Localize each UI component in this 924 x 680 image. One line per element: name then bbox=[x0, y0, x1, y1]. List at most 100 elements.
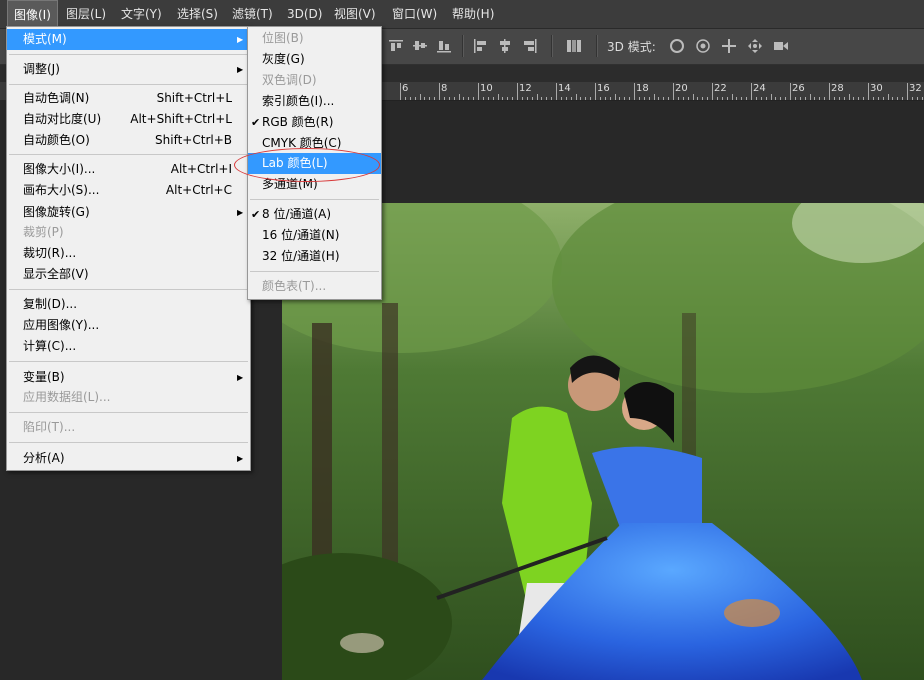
ruler-tick bbox=[419, 94, 421, 100]
menu-item-mode[interactable]: 模式(M) ▶ bbox=[7, 29, 250, 50]
ruler-tick bbox=[882, 97, 884, 100]
ruler-tick bbox=[751, 83, 752, 100]
ruler-tick bbox=[658, 97, 660, 100]
submenu-arrow-icon: ▶ bbox=[237, 373, 244, 382]
ruler-label: 24 bbox=[753, 83, 766, 94]
ruler-tick bbox=[556, 83, 557, 100]
rgb-label: RGB 颜色(R) bbox=[262, 115, 334, 129]
menu-item-16-bit[interactable]: 16 位/通道(N) bbox=[248, 225, 381, 246]
ruler-tick bbox=[902, 97, 904, 100]
ruler-tick bbox=[614, 94, 616, 100]
menu-filter[interactable]: 滤镜(T) bbox=[226, 0, 279, 28]
checkmark-icon: ✔ bbox=[251, 208, 261, 221]
3d-camera-icon[interactable] bbox=[773, 38, 789, 54]
menu-item-apply-image[interactable]: 应用图像(Y)... bbox=[7, 315, 250, 336]
menu-item-duotone: 双色调(D) bbox=[248, 70, 381, 91]
menu-bar: 图像(I) 图层(L) 文字(Y) 选择(S) 滤镜(T) 3D(D) 视图(V… bbox=[0, 0, 924, 29]
3d-slide-icon[interactable] bbox=[747, 38, 763, 54]
3d-mode-label: 3D 模式: bbox=[607, 40, 656, 54]
trim-label: 裁切(R)... bbox=[23, 246, 77, 260]
menu-view[interactable]: 视图(V) bbox=[328, 0, 382, 28]
ruler-tick bbox=[487, 97, 489, 100]
ruler-tick bbox=[770, 94, 772, 100]
align-left-icon[interactable] bbox=[472, 38, 488, 54]
align-hcenter-icon[interactable] bbox=[497, 38, 513, 54]
apply-image-label: 应用图像(Y)... bbox=[23, 318, 100, 332]
shortcut: Alt+Shift+Ctrl+L bbox=[130, 112, 232, 126]
image-size-label: 图像大小(I)... bbox=[23, 162, 96, 176]
menu-image[interactable]: 图像(I) bbox=[7, 0, 58, 28]
ruler-tick bbox=[785, 97, 787, 100]
menu-item-analysis[interactable]: 分析(A) ▶ bbox=[7, 448, 250, 469]
duotone-label: 双色调(D) bbox=[262, 73, 317, 87]
menu-item-variables[interactable]: 变量(B) ▶ bbox=[7, 367, 250, 388]
ruler-tick bbox=[668, 97, 670, 100]
menu-window[interactable]: 窗口(W) bbox=[386, 0, 443, 28]
reveal-all-label: 显示全部(V) bbox=[23, 267, 89, 281]
ruler-tick bbox=[565, 97, 567, 100]
ruler-tick bbox=[541, 97, 543, 100]
ruler-tick bbox=[682, 97, 684, 100]
menu-layer[interactable]: 图层(L) bbox=[60, 0, 112, 28]
ruler-tick bbox=[848, 94, 850, 100]
ruler-tick bbox=[804, 97, 806, 100]
menu-item-auto-color[interactable]: 自动颜色(O) Shift+Ctrl+B bbox=[7, 130, 250, 151]
ruler-tick bbox=[677, 97, 679, 100]
menu-item-calculations[interactable]: 计算(C)... bbox=[7, 336, 250, 357]
align-vcenter-icon[interactable] bbox=[412, 38, 428, 54]
ruler-label: 10 bbox=[480, 83, 493, 94]
ruler-tick bbox=[448, 97, 450, 100]
horizontal-ruler: 6 8 10 12 14 16 18 20 22 24 26 28 30 32 bbox=[380, 82, 924, 101]
ruler-tick bbox=[843, 97, 845, 100]
ruler-label: 30 bbox=[870, 83, 883, 94]
menu-item-auto-tone[interactable]: 自动色调(N) Shift+Ctrl+L bbox=[7, 88, 250, 109]
distribute-icon[interactable] bbox=[566, 38, 582, 54]
menu-select[interactable]: 选择(S) bbox=[171, 0, 224, 28]
auto-color-label: 自动颜色(O) bbox=[23, 133, 90, 147]
menu-item-32-bit[interactable]: 32 位/通道(H) bbox=[248, 246, 381, 267]
ruler-tick bbox=[521, 97, 523, 100]
ruler-tick bbox=[824, 97, 826, 100]
ruler-tick bbox=[599, 97, 601, 100]
separator bbox=[551, 35, 553, 57]
menu-type[interactable]: 文字(Y) bbox=[115, 0, 168, 28]
menu-item-canvas-size[interactable]: 画布大小(S)... Alt+Ctrl+C bbox=[7, 180, 250, 201]
3d-roll-icon[interactable] bbox=[695, 38, 711, 54]
3d-rotate-icon[interactable] bbox=[669, 38, 685, 54]
ruler-tick bbox=[819, 97, 821, 100]
ruler-tick bbox=[638, 97, 640, 100]
trap-label: 陷印(T)... bbox=[23, 420, 76, 434]
ruler-label: 12 bbox=[519, 83, 532, 94]
ruler-tick bbox=[916, 97, 918, 100]
menu-3d[interactable]: 3D(D) bbox=[281, 0, 328, 28]
menu-item-grayscale[interactable]: 灰度(G) bbox=[248, 49, 381, 70]
menu-item-rgb-color[interactable]: ✔ RGB 颜色(R) bbox=[248, 112, 381, 133]
menu-item-duplicate[interactable]: 复制(D)... bbox=[7, 294, 250, 315]
ruler-tick bbox=[619, 97, 621, 100]
ruler-tick bbox=[400, 83, 401, 100]
menu-help[interactable]: 帮助(H) bbox=[446, 0, 500, 28]
menu-item-adjustments[interactable]: 调整(J) ▶ bbox=[7, 59, 250, 80]
ruler-tick bbox=[755, 97, 757, 100]
ruler-tick bbox=[853, 97, 855, 100]
divider bbox=[9, 442, 248, 443]
ruler-tick bbox=[517, 83, 518, 100]
align-bottom-icon[interactable] bbox=[436, 38, 452, 54]
menu-item-indexed-color[interactable]: 索引颜色(I)... bbox=[248, 91, 381, 112]
menu-item-auto-contrast[interactable]: 自动对比度(U) Alt+Shift+Ctrl+L bbox=[7, 109, 250, 130]
ruler-tick bbox=[429, 97, 431, 100]
menu-item-image-size[interactable]: 图像大小(I)... Alt+Ctrl+I bbox=[7, 159, 250, 180]
align-top-icon[interactable] bbox=[388, 38, 404, 54]
ruler-tick bbox=[868, 83, 869, 100]
ruler-tick bbox=[911, 97, 913, 100]
menu-item-8-bit[interactable]: ✔ 8 位/通道(A) bbox=[248, 204, 381, 225]
ruler-label: 20 bbox=[675, 83, 688, 94]
align-right-icon[interactable] bbox=[522, 38, 538, 54]
divider bbox=[9, 54, 248, 55]
ruler-tick bbox=[629, 97, 631, 100]
menu-item-reveal-all[interactable]: 显示全部(V) bbox=[7, 264, 250, 285]
menu-item-trim[interactable]: 裁切(R)... bbox=[7, 243, 250, 264]
3d-drag-icon[interactable] bbox=[721, 38, 737, 54]
menu-item-image-rotation[interactable]: 图像旋转(G) ▶ bbox=[7, 202, 250, 223]
duplicate-label: 复制(D)... bbox=[23, 297, 78, 311]
